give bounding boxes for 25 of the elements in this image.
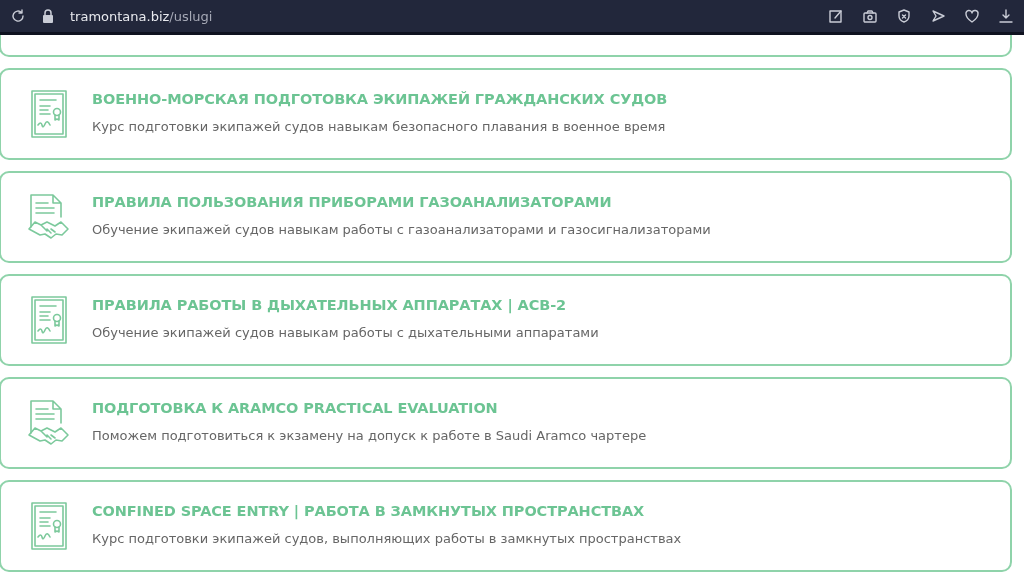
shield-icon[interactable] [896, 8, 912, 24]
certificate-icon [31, 502, 67, 550]
certificate-icon [31, 296, 67, 344]
lock-icon [42, 9, 54, 23]
service-description: Курс подготовки экипажей судов, выполняющих работы в замкнутых пространствах [92, 530, 682, 546]
service-description: Курс подготовки экипажей судов навыкам безопасного плавания в военное время [92, 118, 667, 134]
camera-icon[interactable] [862, 8, 878, 24]
url-domain[interactable]: tramontana.biz [70, 8, 170, 24]
document-handshake-icon [27, 399, 71, 447]
url-path[interactable]: /uslugi [169, 8, 213, 24]
service-description: Поможем подготовиться к экзамену на допуск к работе в Saudi Aramco чартере [92, 427, 647, 443]
service-title[interactable]: ВОЕННО-МОРСКАЯ ПОДГОТОВКА ЭКИПАЖЕЙ ГРАЖДАНСКИХ СУДОВ [92, 90, 668, 107]
service-title[interactable]: CONFINED SPACE ENTRY | РАБОТА В ЗАМКНУТЫХ ПРОСТРАНСТВАХ [92, 502, 682, 519]
service-description: Обучение экипажей судов навыкам работы с газоанализаторами и газосигнализаторами [92, 221, 711, 237]
service-description: Обучение экипажей судов навыкам работы с дыхательными аппаратами [92, 324, 599, 340]
download-icon[interactable] [998, 8, 1014, 24]
edit-icon[interactable] [828, 8, 844, 24]
document-handshake-icon [27, 193, 71, 241]
send-icon[interactable] [930, 8, 946, 24]
service-title[interactable]: ПРАВИЛА ПОЛЬЗОВАНИЯ ПРИБОРАМИ ГАЗОАНАЛИЗАТОРАМИ [92, 193, 711, 210]
certificate-icon [31, 90, 67, 138]
reload-icon[interactable] [10, 8, 26, 24]
heart-icon[interactable] [964, 8, 980, 24]
service-title[interactable]: ПРАВИЛА РАБОТЫ В ДЫХАТЕЛЬНЫХ АППАРАТАХ | АСВ-2 [92, 296, 599, 313]
service-title[interactable]: ПОДГОТОВКА К ARAMCO PRACTICAL EVALUATION [92, 399, 647, 416]
